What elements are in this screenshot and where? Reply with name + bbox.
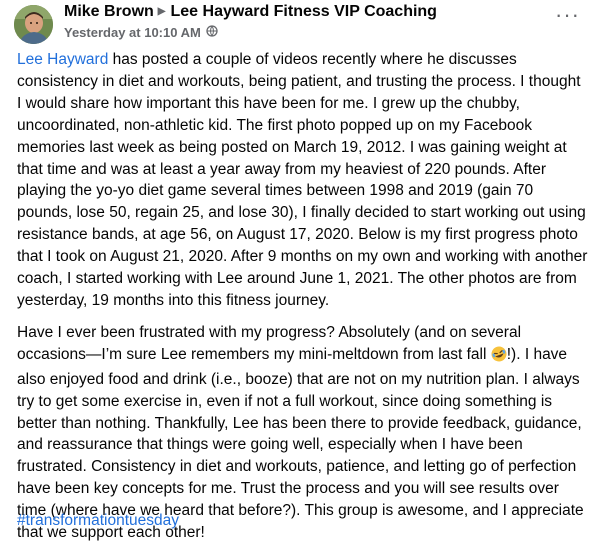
paragraph-2-text-a: Have I ever been frustrated with my prog… <box>17 323 522 363</box>
post-header: Mike Brown ▶ Lee Hayward Fitness VIP Coach… <box>0 0 600 46</box>
group-name[interactable]: Lee Hayward Fitness VIP Coaching <box>171 3 437 21</box>
post-paragraph-1: Lee Hayward has posted a couple of video… <box>17 49 589 312</box>
post-meta: Yesterday at 10:10 AM <box>64 24 218 40</box>
post-timestamp[interactable]: Yesterday at 10:10 AM <box>64 25 201 40</box>
post-author-line: Mike Brown ▶ Lee Hayward Fitness VIP Coach… <box>64 3 437 21</box>
post-card: Mike Brown ▶ Lee Hayward Fitness VIP Coach… <box>0 0 600 543</box>
rolling-laughing-emoji <box>491 346 507 369</box>
globe-icon <box>206 25 218 40</box>
hashtag-link[interactable]: #transformationtuesday <box>17 512 179 530</box>
post-paragraph-2: Have I ever been frustrated with my prog… <box>17 322 589 544</box>
caret-right-icon: ▶ <box>157 5 166 17</box>
avatar[interactable] <box>14 5 53 44</box>
paragraph-1-text: has posted a couple of videos recently w… <box>17 51 588 309</box>
post-body: Lee Hayward has posted a couple of video… <box>17 49 589 554</box>
mention-link[interactable]: Lee Hayward <box>17 51 108 68</box>
author-name[interactable]: Mike Brown <box>64 3 154 21</box>
more-icon[interactable]: ··· <box>555 4 580 26</box>
